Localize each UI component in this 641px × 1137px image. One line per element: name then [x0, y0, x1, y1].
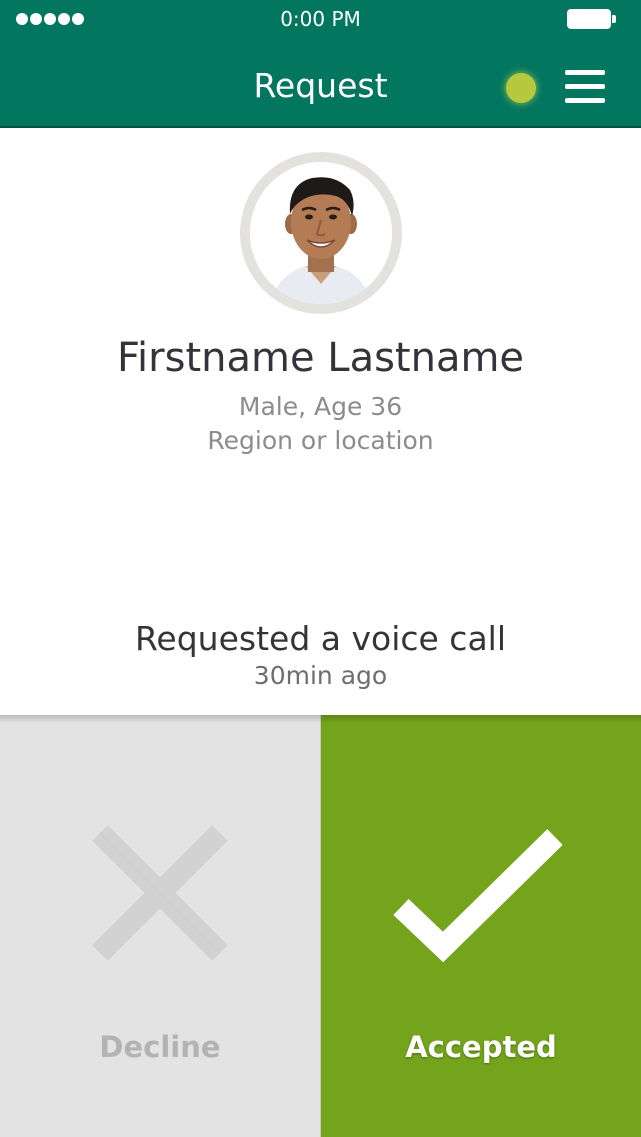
- accept-button[interactable]: Accepted: [321, 715, 641, 1137]
- hamburger-menu-icon[interactable]: [565, 70, 605, 104]
- app-header: 0:00 PM Request: [0, 0, 641, 128]
- profile-details: Male, Age 36 Region or location: [0, 390, 641, 458]
- profile-name: Firstname Lastname: [116, 335, 525, 381]
- request-time-ago: 30min ago: [253, 661, 388, 690]
- profile-gender-age: Male, Age 36: [238, 392, 403, 421]
- decline-button[interactable]: Decline: [0, 715, 320, 1137]
- close-x-icon: [92, 825, 228, 961]
- avatar-ring: [240, 152, 402, 314]
- decline-label: Decline: [99, 1030, 221, 1064]
- profile-location: Region or location: [207, 426, 434, 455]
- online-status-indicator: [506, 73, 536, 103]
- action-panel: Decline Accepted: [0, 715, 641, 1137]
- checkmark-icon: [393, 829, 563, 963]
- battery-icon: [567, 9, 616, 29]
- status-time: 0:00 PM: [280, 7, 361, 31]
- page-title: Request: [253, 66, 388, 105]
- request-description: Requested a voice call: [134, 619, 507, 658]
- person-photo-icon: [250, 162, 392, 304]
- accept-label: Accepted: [405, 1030, 557, 1064]
- avatar: [250, 162, 392, 304]
